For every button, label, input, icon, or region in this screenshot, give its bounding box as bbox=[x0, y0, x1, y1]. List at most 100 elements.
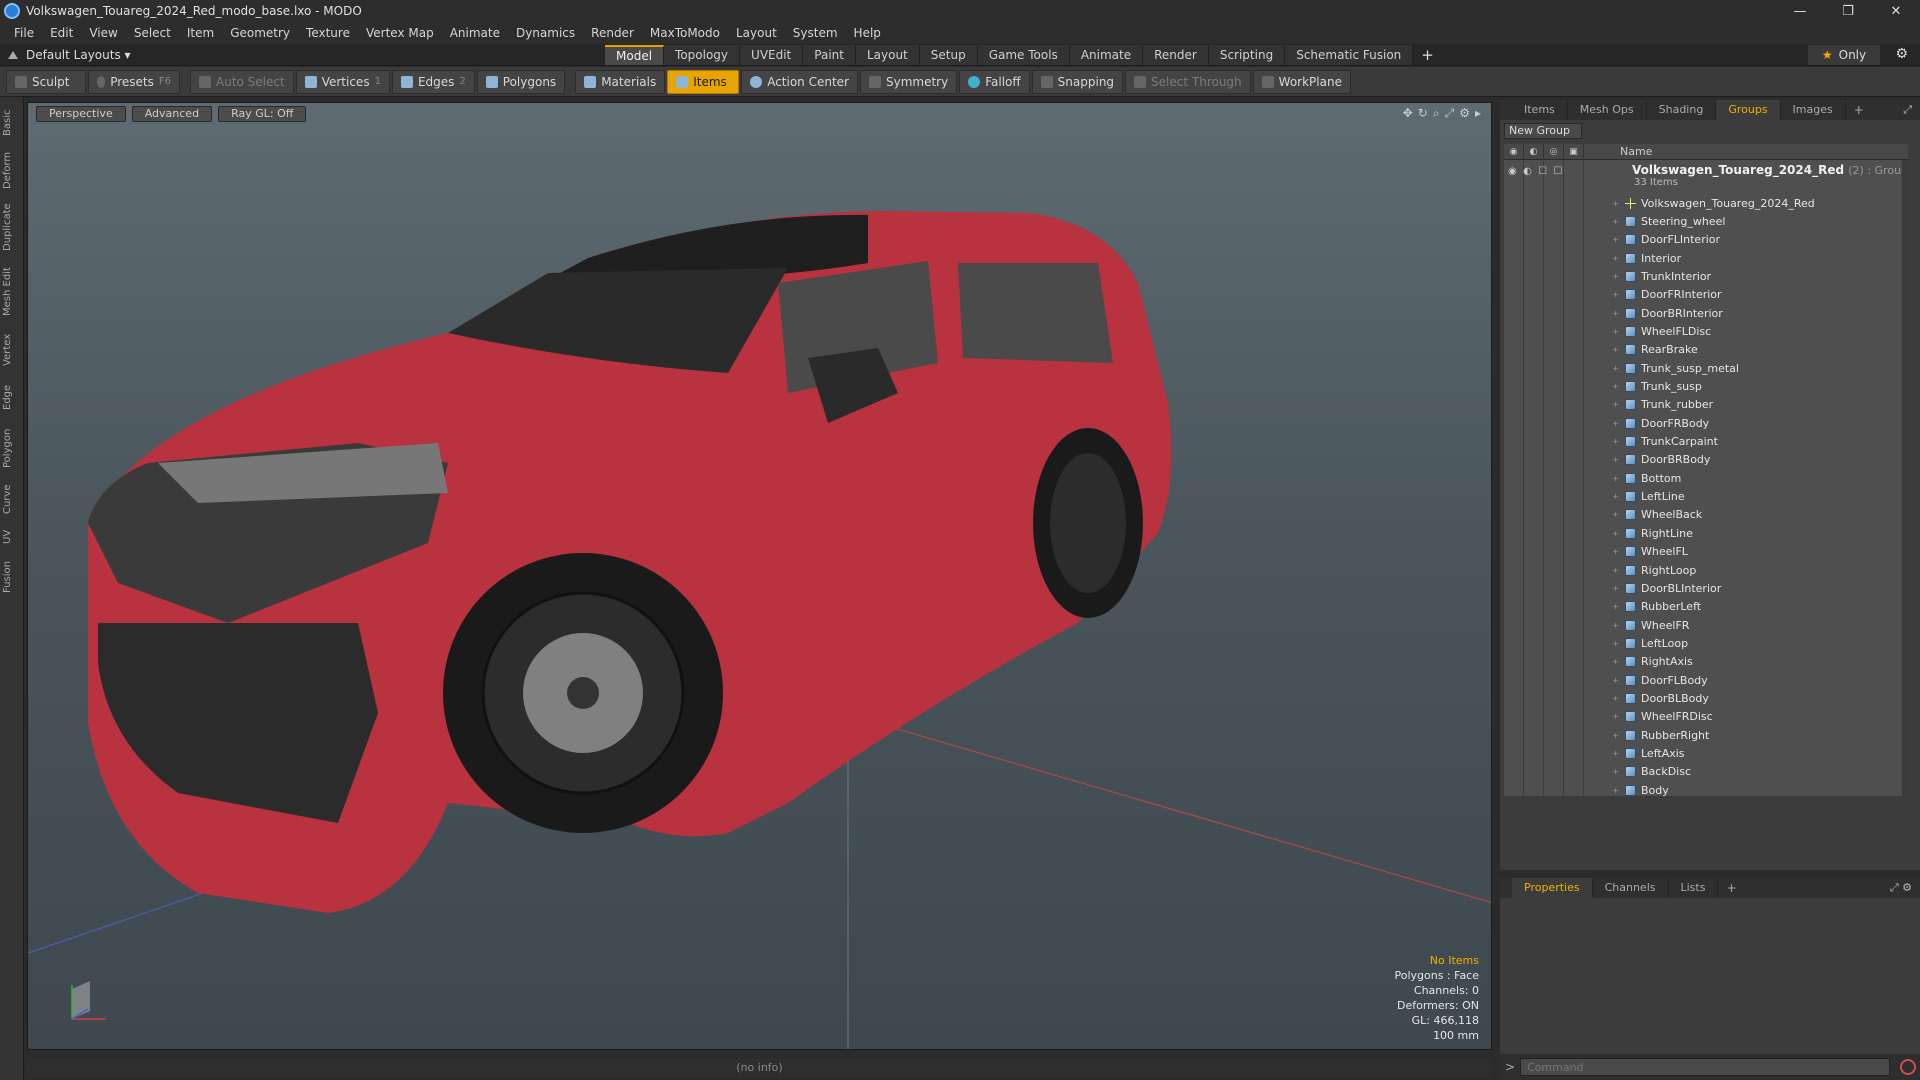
eye-icon[interactable]: ◉ ◐ ☐ ☐ bbox=[1508, 166, 1562, 177]
expand-icon[interactable]: + bbox=[1612, 602, 1620, 611]
add-tab-button[interactable]: + bbox=[1413, 45, 1442, 65]
add-panel-tab-button[interactable]: + bbox=[1846, 103, 1872, 117]
tab-model[interactable]: Model bbox=[605, 45, 665, 65]
left-tab-curve[interactable]: Curve bbox=[2, 479, 22, 519]
tab-animate[interactable]: Animate bbox=[1069, 45, 1144, 65]
expand-icon[interactable]: + bbox=[1612, 786, 1620, 795]
rotate-view-icon[interactable]: ↻ bbox=[1418, 106, 1428, 121]
list-item[interactable]: + LeftLoop bbox=[1612, 634, 1688, 652]
tab-schematic-fusion[interactable]: Schematic Fusion bbox=[1285, 45, 1414, 65]
list-item[interactable]: + WheelFR bbox=[1612, 616, 1689, 634]
list-item[interactable]: + RubberLeft bbox=[1612, 598, 1701, 616]
select-column-icon[interactable]: ▣ bbox=[1564, 143, 1584, 160]
menu-file[interactable]: File bbox=[6, 22, 42, 44]
expand-icon[interactable]: + bbox=[1612, 235, 1620, 244]
tab-items[interactable]: Items bbox=[1512, 100, 1568, 120]
list-item[interactable]: + Volkswagen_Touareg_2024_Red bbox=[1612, 194, 1815, 212]
visibility-column-icon[interactable]: ◉ bbox=[1504, 143, 1524, 160]
symmetry-button[interactable]: Symmetry bbox=[860, 69, 958, 94]
expand-icon[interactable]: + bbox=[1612, 345, 1620, 354]
expand-icon[interactable]: + bbox=[1612, 529, 1620, 538]
tab-lists[interactable]: Lists bbox=[1669, 878, 1719, 898]
list-item[interactable]: + Interior bbox=[1612, 249, 1681, 267]
menu-maxtomodo[interactable]: MaxToModo bbox=[642, 22, 728, 44]
list-item[interactable]: + LeftAxis bbox=[1612, 745, 1685, 763]
list-item[interactable]: + TrunkInterior bbox=[1612, 267, 1711, 285]
zoom-view-icon[interactable]: ⌕ bbox=[1433, 106, 1440, 121]
tab-paint[interactable]: Paint bbox=[803, 45, 856, 65]
auto-select-button[interactable]: Auto Select bbox=[190, 69, 294, 94]
bottom-panel-expand-icon[interactable]: ⤢ ⚙ bbox=[1890, 881, 1912, 895]
fit-view-icon[interactable]: ⤢ bbox=[1445, 106, 1455, 121]
list-item[interactable]: + Bottom bbox=[1612, 469, 1681, 487]
vertices-button[interactable]: Vertices 1 bbox=[295, 69, 390, 94]
command-input[interactable] bbox=[1520, 1058, 1890, 1076]
list-item[interactable]: + Trunk_rubber bbox=[1612, 396, 1713, 414]
menu-layout[interactable]: Layout bbox=[728, 22, 785, 44]
tab-setup[interactable]: Setup bbox=[919, 45, 978, 65]
expand-icon[interactable]: + bbox=[1612, 492, 1620, 501]
expand-icon[interactable]: + bbox=[1612, 419, 1620, 428]
close-button[interactable]: ✕ bbox=[1872, 0, 1920, 22]
list-item[interactable]: + BackDisc bbox=[1612, 763, 1691, 781]
new-group-button[interactable]: New Group bbox=[1504, 123, 1582, 139]
left-tab-edge[interactable]: Edge bbox=[2, 377, 22, 417]
layout-selector[interactable]: Default Layouts ▾ bbox=[8, 44, 131, 66]
expand-icon[interactable]: + bbox=[1612, 272, 1620, 281]
expand-icon[interactable]: + bbox=[1612, 712, 1620, 721]
list-item[interactable]: + DoorFLBody bbox=[1612, 671, 1708, 689]
record-icon[interactable] bbox=[1900, 1059, 1916, 1075]
expand-icon[interactable]: + bbox=[1612, 455, 1620, 464]
polygons-button[interactable]: Polygons bbox=[476, 69, 566, 94]
sculpt-button[interactable]: Sculpt bbox=[6, 69, 86, 94]
expand-icon[interactable]: + bbox=[1612, 364, 1620, 373]
action-center-button[interactable]: Action Center bbox=[741, 69, 858, 94]
list-item[interactable]: + TrunkCarpaint bbox=[1612, 433, 1718, 451]
tab-game-tools[interactable]: Game Tools bbox=[977, 45, 1070, 65]
falloff-button[interactable]: Falloff bbox=[959, 69, 1030, 94]
tab-images[interactable]: Images bbox=[1781, 100, 1846, 120]
tab-render[interactable]: Render bbox=[1143, 45, 1209, 65]
snapping-button[interactable]: Snapping bbox=[1031, 69, 1124, 94]
viewport-settings-icon[interactable]: ⚙ bbox=[1459, 106, 1470, 121]
left-tab-basic[interactable]: Basic bbox=[2, 103, 22, 143]
list-item[interactable]: + DoorBLBody bbox=[1612, 689, 1709, 707]
expand-icon[interactable]: + bbox=[1612, 584, 1620, 593]
menu-select[interactable]: Select bbox=[126, 22, 179, 44]
left-tab-polygon[interactable]: Polygon bbox=[2, 421, 22, 475]
perspective-dropdown[interactable]: Perspective bbox=[36, 106, 126, 122]
expand-icon[interactable]: + bbox=[1612, 290, 1620, 299]
workplane-button[interactable]: WorkPlane bbox=[1252, 69, 1351, 94]
tab-shading[interactable]: Shading bbox=[1647, 100, 1717, 120]
expand-icon[interactable]: + bbox=[1612, 327, 1620, 336]
expand-icon[interactable]: + bbox=[1612, 566, 1620, 575]
expand-icon[interactable]: + bbox=[1612, 547, 1620, 556]
tab-scripting[interactable]: Scripting bbox=[1208, 45, 1286, 65]
list-item[interactable]: + LeftLine bbox=[1612, 488, 1685, 506]
materials-button[interactable]: Materials bbox=[575, 69, 666, 94]
tab-channels[interactable]: Channels bbox=[1593, 878, 1669, 898]
tab-layout[interactable]: Layout bbox=[855, 45, 920, 65]
expand-icon[interactable]: + bbox=[1612, 731, 1620, 740]
list-item[interactable]: + DoorFRInterior bbox=[1612, 286, 1722, 304]
list-item[interactable]: + RightAxis bbox=[1612, 653, 1693, 671]
expand-icon[interactable]: + bbox=[1612, 474, 1620, 483]
list-item[interactable]: + Body bbox=[1612, 781, 1669, 796]
list-item[interactable]: + WheelFLDisc bbox=[1612, 322, 1711, 340]
list-item[interactable]: + Trunk_susp_metal bbox=[1612, 359, 1739, 377]
viewport-expand-icon[interactable]: ▸ bbox=[1475, 106, 1481, 121]
expand-icon[interactable]: + bbox=[1612, 199, 1620, 208]
left-tab-uv[interactable]: UV bbox=[2, 523, 22, 551]
list-item[interactable]: + RubberRight bbox=[1612, 726, 1709, 744]
only-toggle[interactable]: ★ Only bbox=[1808, 45, 1880, 65]
move-view-icon[interactable]: ✥ bbox=[1403, 106, 1413, 121]
expand-icon[interactable]: + bbox=[1612, 657, 1620, 666]
menu-texture[interactable]: Texture bbox=[298, 22, 358, 44]
left-tab-mesh-edit[interactable]: Mesh Edit bbox=[2, 261, 22, 323]
expand-icon[interactable]: + bbox=[1612, 621, 1620, 630]
left-tab-duplicate[interactable]: Duplicate bbox=[2, 197, 22, 257]
3d-viewport[interactable]: Perspective Advanced Ray GL: Off ✥ ↻ ⌕ ⤢… bbox=[27, 102, 1492, 1050]
list-item[interactable]: + DoorBRInterior bbox=[1612, 304, 1723, 322]
list-item[interactable]: + WheelBack bbox=[1612, 506, 1702, 524]
group-row[interactable]: ◉ ◐ ☐ ☐ Volkswagen_Touareg_2024_Red (2) … bbox=[1504, 162, 1908, 192]
